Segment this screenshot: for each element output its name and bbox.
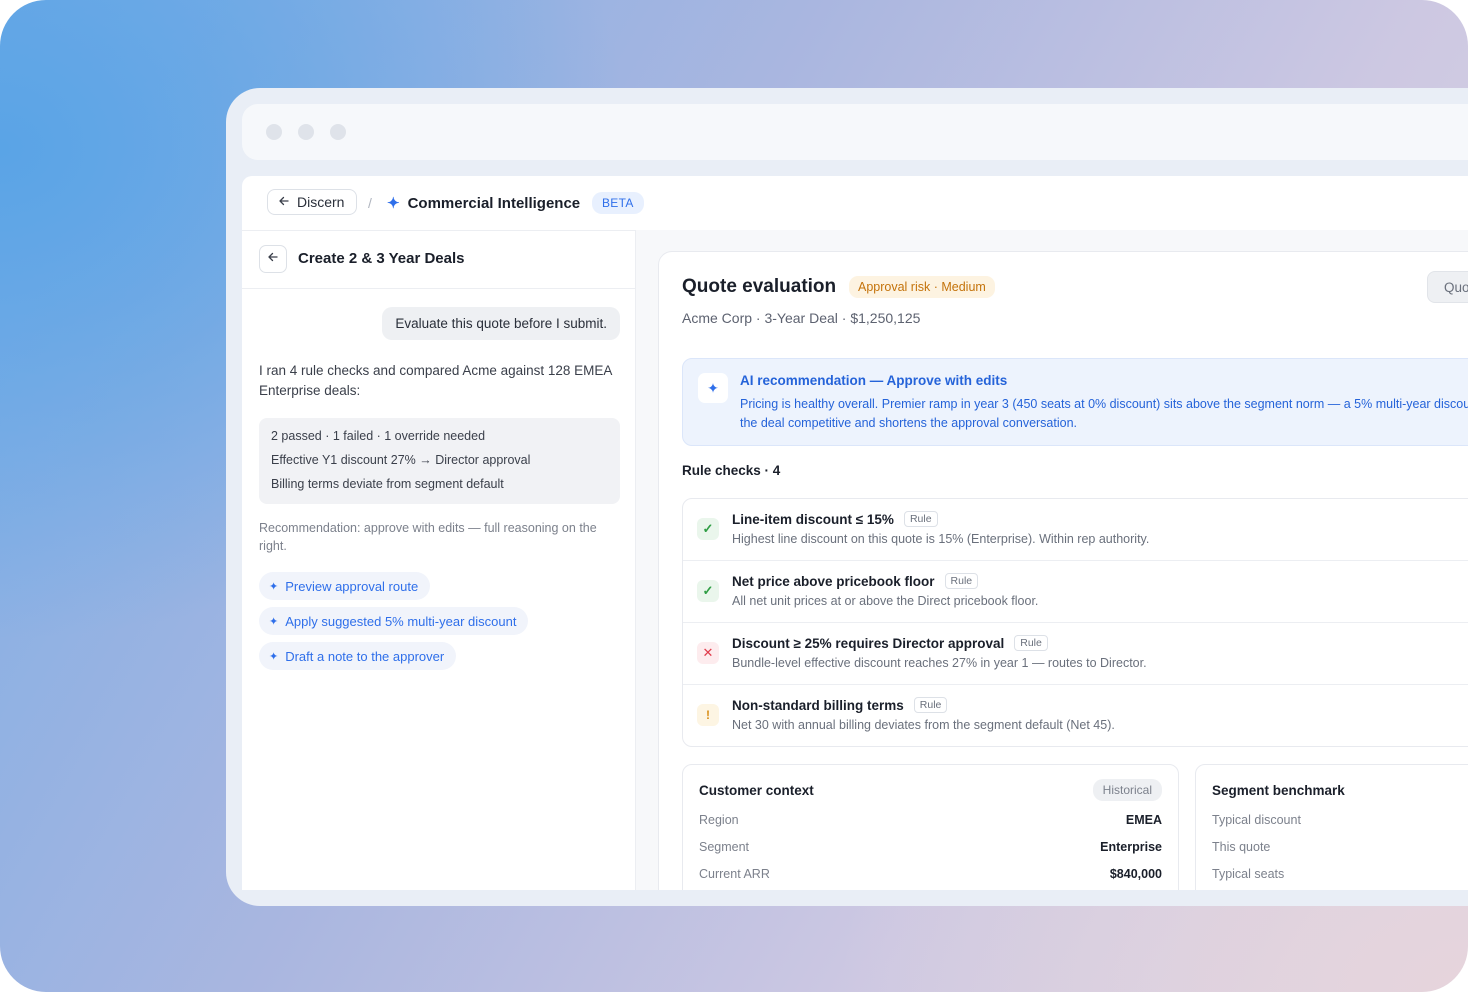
recommendation-note: Recommendation: approve with edits — ful… [259, 521, 597, 553]
rule-checks-heading: Rule checks · 4 [682, 463, 781, 478]
context-value: $840,000 [1109, 867, 1162, 881]
customer-context-card: Customer context Historical Region EMEA … [682, 764, 1179, 890]
action-label: Apply suggested 5% multi-year discount [285, 613, 517, 629]
context-value: EMEA [1125, 813, 1162, 827]
app-title: Commercial Intelligence [407, 194, 581, 212]
rule-title: Non-standard billing terms [732, 697, 904, 713]
rule-title: Net price above pricebook floor [732, 573, 935, 589]
summary-line: 2 passed · 1 failed · 1 override needed [271, 429, 486, 443]
top-bar: Discern / ✦ Commercial Intelligence BETA [242, 176, 1468, 231]
customer-context-title: Customer context [699, 783, 814, 798]
check-icon: ✓ [697, 580, 719, 602]
rule-title-group: Line-item discount ≤ 15% Rule [732, 511, 938, 527]
rule-description: All net unit prices at or above the Dire… [732, 594, 1039, 608]
rule-check-row[interactable]: ! Non-standard billing terms Rule Net 30… [683, 685, 1468, 746]
rule-tag: Rule [903, 511, 938, 527]
ai-recommendation-body: Pricing is healthy overall. Premier ramp… [740, 397, 1468, 430]
action-label: Preview approval route [285, 578, 419, 594]
sparkle-icon: ✦ [387, 195, 400, 212]
sparkle-icon: ✦ [269, 615, 279, 628]
quote-subtitle: Acme Corp · 3-Year Deal · $1,250,125 [682, 310, 921, 326]
quote-evaluation-title: Quote evaluation [682, 276, 837, 297]
beta-badge: BETA [592, 192, 644, 214]
rule-check-row[interactable]: ✓ Line-item discount ≤ 15% Rule Highest … [683, 499, 1468, 561]
back-label: Discern [297, 194, 345, 210]
context-key: Region [699, 813, 739, 827]
segment-benchmark-card: Segment benchmark Typical discount This … [1195, 764, 1468, 890]
ai-recommendation-box: ✦ AI recommendation — Approve with edits… [682, 358, 1468, 446]
preview-approval-route-button[interactable]: ✦ Preview approval route [259, 572, 431, 600]
sparkle-icon: ✦ [269, 580, 279, 593]
draft-approver-note-button[interactable]: ✦ Draft a note to the approver [259, 642, 457, 670]
rule-title-group: Net price above pricebook floor Rule [732, 573, 979, 589]
approval-risk-badge: Approval risk · Medium [849, 276, 995, 298]
benchmark-key: This quote [1212, 840, 1271, 854]
rule-description: Net 30 with annual billing deviates from… [732, 718, 1115, 732]
rule-checks-list: ✓ Line-item discount ≤ 15% Rule Highest … [682, 498, 1468, 747]
arrow-left-icon [267, 250, 279, 268]
warning-icon: ! [697, 704, 719, 726]
user-message: Evaluate this quote before I submit. [382, 307, 620, 340]
rule-title-group: Discount ≥ 25% requires Director approva… [732, 635, 1048, 651]
chat-header: Create 2 & 3 Year Deals [242, 230, 635, 289]
x-icon: ✕ [697, 642, 719, 664]
rule-description: Bundle-level effective discount reaches … [732, 656, 1147, 670]
app-window: Discern / ✦ Commercial Intelligence BETA… [242, 176, 1468, 890]
action-label: Draft a note to the approver [285, 648, 445, 664]
quote-button[interactable]: Quote [1427, 271, 1468, 303]
ai-response-intro: I ran 4 rule checks and compared Acme ag… [259, 363, 612, 398]
sparkle-icon: ✦ [269, 650, 279, 663]
summary-line: Billing terms deviate from segment defau… [271, 477, 504, 491]
window-control-dot[interactable] [298, 124, 314, 140]
ai-summary-box: 2 passed · 1 failed · 1 override needed … [259, 418, 620, 504]
arrow-left-icon [278, 194, 290, 210]
ai-recommendation-title: AI recommendation — Approve with edits [740, 373, 1008, 388]
chat-panel: Create 2 & 3 Year Deals Evaluate this qu… [242, 230, 636, 890]
quote-panel: Quote evaluation Approval risk · Medium … [636, 230, 1468, 890]
context-key: Segment [699, 840, 750, 854]
rule-tag: Rule [1014, 635, 1048, 651]
back-to-discern-button[interactable]: Discern [267, 189, 358, 215]
breadcrumb-current: ✦ Commercial Intelligence [387, 194, 581, 213]
rule-title: Line-item discount ≤ 15% [732, 511, 894, 527]
window-control-dot[interactable] [330, 124, 346, 140]
breadcrumb-separator: / [368, 195, 372, 211]
sparkle-icon: ✦ [698, 373, 728, 403]
rule-tag: Rule [944, 573, 979, 589]
context-key: Current ARR [699, 867, 770, 881]
context-value: Enterprise [1100, 840, 1162, 854]
rule-check-row[interactable]: ✕ Discount ≥ 25% requires Director appro… [683, 623, 1468, 685]
window-titlebar [242, 104, 1468, 160]
chat-title: Create 2 & 3 Year Deals [298, 250, 465, 267]
quote-evaluation-card: Quote evaluation Approval risk · Medium … [658, 251, 1468, 890]
chat-back-button[interactable] [259, 245, 287, 273]
historical-badge: Historical [1092, 779, 1162, 801]
rule-title: Discount ≥ 25% requires Director approva… [732, 635, 1005, 651]
check-icon: ✓ [697, 518, 719, 540]
apply-discount-button[interactable]: ✦ Apply suggested 5% multi-year discount [259, 607, 529, 635]
window-control-dot[interactable] [266, 124, 282, 140]
rule-description: Highest line discount on this quote is 1… [732, 532, 1150, 546]
benchmark-key: Typical discount [1212, 813, 1301, 827]
rule-tag: Rule [913, 697, 948, 713]
summary-line: Effective Y1 discount 27% → Director app… [271, 453, 531, 467]
rule-check-row[interactable]: ✓ Net price above pricebook floor Rule A… [683, 561, 1468, 623]
segment-benchmark-title: Segment benchmark [1212, 783, 1345, 798]
benchmark-key: Typical seats [1212, 867, 1285, 881]
rule-title-group: Non-standard billing terms Rule [732, 697, 948, 713]
